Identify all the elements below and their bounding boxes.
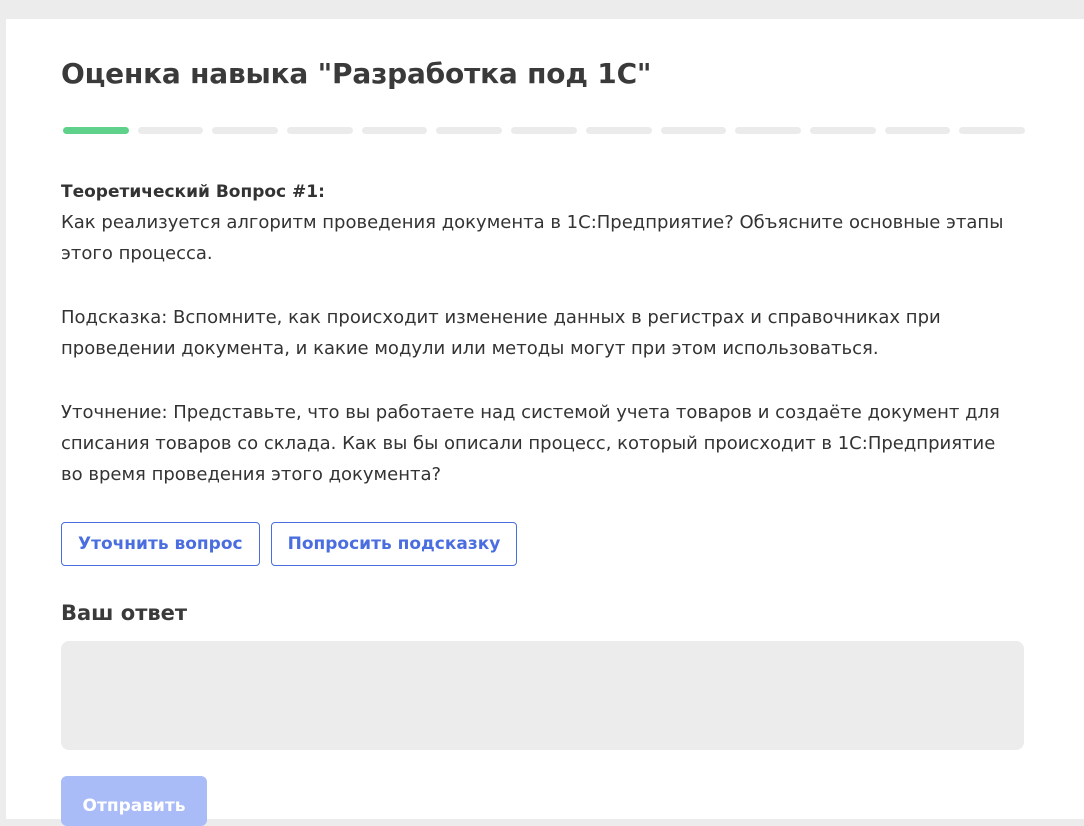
progress-segment — [436, 127, 503, 134]
progress-segment — [660, 127, 727, 134]
assessment-card: Оценка навыка "Разработка под 1С" Теорет… — [6, 19, 1084, 826]
request-hint-button[interactable]: Попросить подсказку — [270, 522, 518, 566]
progress-segment — [735, 127, 801, 134]
question-hint: Подсказка: Вспомните, как происходит изм… — [61, 307, 941, 359]
question-clarification: Уточнение: Представьте, что вы работаете… — [61, 402, 1000, 485]
submit-button[interactable]: Отправить — [61, 776, 207, 826]
progress-segment — [809, 127, 876, 134]
progress-segment — [959, 127, 1025, 134]
clarify-question-button[interactable]: Уточнить вопрос — [61, 522, 260, 566]
progress-segment — [884, 127, 951, 134]
progress-segment — [511, 127, 577, 134]
progress-segment — [585, 127, 652, 134]
question-text: Как реализуется алгоритм проведения доку… — [61, 212, 1004, 264]
answer-input[interactable] — [61, 641, 1024, 750]
progress-segment — [212, 127, 279, 134]
progress-bar — [63, 127, 1025, 134]
question-block: Теоретический Вопрос #1: Как реализуется… — [61, 179, 1021, 490]
progress-segment — [361, 127, 428, 134]
progress-segment — [287, 127, 353, 134]
question-heading: Теоретический Вопрос #1: — [61, 182, 325, 202]
progress-segment — [137, 127, 204, 134]
question-actions: Уточнить вопрос Попросить подсказку — [61, 522, 518, 566]
page-title: Оценка навыка "Разработка под 1С" — [61, 57, 652, 90]
progress-segment — [63, 127, 129, 134]
answer-label: Ваш ответ — [61, 601, 188, 625]
